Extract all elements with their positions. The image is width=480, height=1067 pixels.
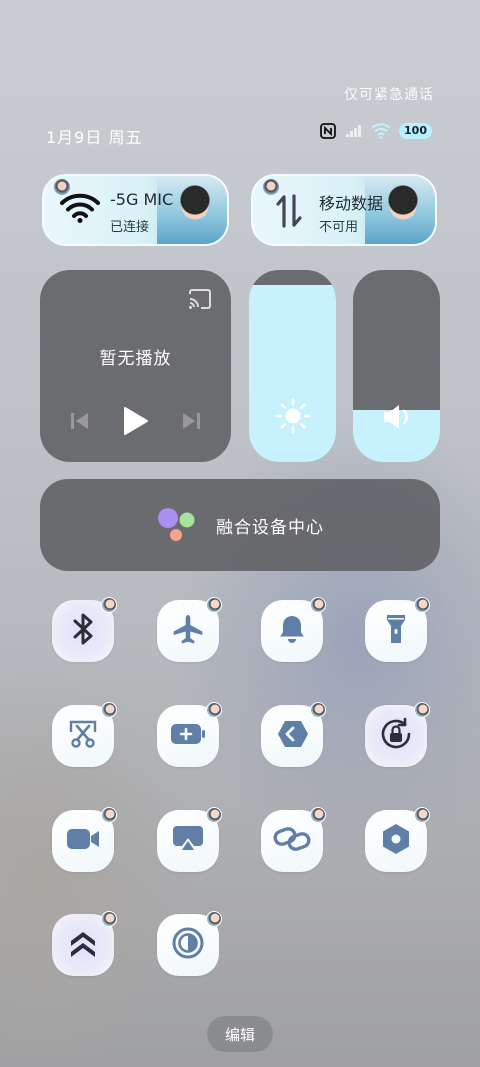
- now-playing-text: 暂无播放: [99, 349, 172, 369]
- mobile-data-card[interactable]: 移动数据 不可用: [251, 174, 437, 246]
- avatar-badge: [206, 702, 222, 718]
- avatar-badge: [101, 911, 117, 927]
- mobile-data-status: 不可用: [319, 220, 359, 235]
- next-icon[interactable]: [180, 411, 202, 435]
- wifi-name: -5G MIC: [110, 190, 174, 209]
- link-icon: [273, 824, 311, 858]
- avatar-badge: [414, 597, 430, 613]
- speaker-icon: [381, 402, 413, 436]
- signal-icon: [345, 124, 363, 138]
- dark-mode-toggle[interactable]: [157, 911, 222, 976]
- volume-slider[interactable]: [353, 270, 440, 462]
- sun-icon: [275, 398, 311, 438]
- fusion-dots-icon: [156, 505, 198, 545]
- cast-icon[interactable]: [187, 288, 213, 314]
- flashlight-toggle[interactable]: [365, 597, 430, 662]
- avatar-badge: [414, 702, 430, 718]
- avatar-badge: [101, 597, 117, 613]
- airplane-toggle[interactable]: [157, 597, 222, 662]
- link-toggle[interactable]: [261, 807, 326, 872]
- double-chevron-up-icon: [68, 928, 98, 962]
- emergency-call-text: 仅可紧急通话: [344, 87, 434, 103]
- battery-plus-icon: [169, 722, 207, 750]
- avatar-badge: [310, 807, 326, 823]
- nearby-share-toggle[interactable]: [261, 702, 326, 767]
- bluetooth-toggle[interactable]: [52, 597, 117, 662]
- airplane-icon: [171, 613, 205, 649]
- flashlight-icon: [384, 612, 408, 650]
- performance-toggle[interactable]: [52, 911, 117, 976]
- settings-toggle[interactable]: [365, 807, 430, 872]
- bell-toggle[interactable]: [261, 597, 326, 662]
- nfc-icon: [319, 122, 337, 140]
- avatar-badge: [206, 597, 222, 613]
- rotation-lock-toggle[interactable]: [365, 702, 430, 767]
- battery-level: 100: [399, 123, 432, 139]
- avatar-badge: [310, 702, 326, 718]
- bluetooth-icon: [70, 612, 96, 650]
- avatar-badge: [310, 597, 326, 613]
- fusion-device-center[interactable]: 融合设备中心: [40, 479, 440, 571]
- wallpaper-thumbnail: [157, 176, 227, 244]
- bell-icon: [277, 613, 307, 649]
- airplay-icon: [171, 824, 205, 858]
- media-player[interactable]: 暂无播放: [40, 270, 231, 462]
- rotation-lock-icon: [378, 716, 414, 756]
- avatar-badge: [206, 911, 222, 927]
- avatar-badge: [101, 807, 117, 823]
- data-arrows-icon: [275, 194, 303, 232]
- screen-cast-toggle[interactable]: [157, 807, 222, 872]
- date-text: 1月9日 周五: [46, 128, 143, 147]
- play-icon[interactable]: [121, 406, 149, 440]
- avatar: [263, 179, 279, 195]
- wifi-card[interactable]: -5G MIC 已连接: [42, 174, 229, 246]
- wifi-icon: [60, 192, 100, 228]
- wifi-icon: [371, 123, 391, 139]
- avatar-badge: [101, 702, 117, 718]
- previous-icon[interactable]: [69, 411, 91, 435]
- wifi-status: 已连接: [110, 220, 150, 235]
- screen-record-toggle[interactable]: [52, 807, 117, 872]
- share-chevron-icon: [274, 718, 310, 754]
- video-icon: [65, 827, 101, 855]
- battery-saver-toggle[interactable]: [157, 702, 222, 767]
- hexagon-icon: [380, 822, 412, 860]
- fusion-label: 融合设备中心: [216, 517, 324, 538]
- screenshot-toggle[interactable]: [52, 702, 117, 767]
- mobile-data-title: 移动数据: [319, 194, 384, 213]
- edit-button[interactable]: 编辑: [207, 1016, 273, 1052]
- brightness-slider[interactable]: [249, 270, 336, 462]
- avatar-badge: [414, 807, 430, 823]
- status-icons: 100: [319, 122, 432, 140]
- scissors-icon: [67, 718, 99, 754]
- contrast-icon: [171, 926, 205, 964]
- avatar-badge: [206, 807, 222, 823]
